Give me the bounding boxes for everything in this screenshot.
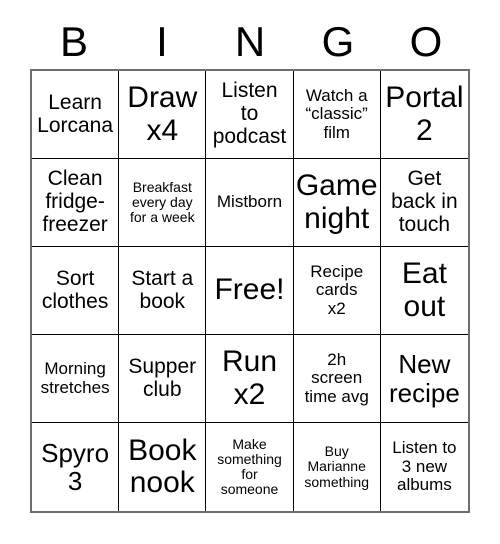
bingo-cell-label: Spyro 3	[41, 437, 110, 496]
bingo-card: B I N G O Learn Lorcana Draw x4 Listen to …	[0, 0, 500, 544]
bingo-cell[interactable]: Game night	[293, 159, 381, 247]
bingo-cell[interactable]: Buy Marianne something	[293, 423, 381, 511]
bingo-cell-label: Make something for someone	[217, 435, 282, 498]
bingo-cell-label: Portal 2	[385, 81, 464, 147]
bingo-cell-label: Get back in touch	[391, 167, 458, 236]
bingo-header-letter-g: G	[321, 17, 355, 65]
bingo-cell-label: Start a book	[131, 266, 194, 313]
bingo-cell[interactable]: Learn Lorcana	[32, 71, 120, 159]
bingo-cell-label: 2h screen time avg	[304, 349, 369, 406]
bingo-cell[interactable]: Listen to podcast	[206, 71, 294, 159]
bingo-cell[interactable]: Clean fridge- freezer	[32, 159, 120, 247]
bingo-cell-label: Game night	[295, 169, 378, 235]
bingo-cell[interactable]: Mistborn	[206, 159, 294, 247]
bingo-free-space[interactable]: Free!	[206, 247, 294, 335]
bingo-cell-label: Sort clothes	[41, 266, 109, 313]
bingo-cell[interactable]: Eat out	[380, 247, 468, 335]
bingo-cell[interactable]: Start a book	[119, 247, 207, 335]
bingo-header-letter-b: B	[59, 17, 88, 65]
bingo-grid: Learn Lorcana Draw x4 Listen to podcast Wat…	[30, 69, 470, 513]
bingo-cell-label: Eat out	[401, 257, 447, 323]
bingo-header-row: B I N G O	[30, 14, 470, 69]
bingo-cell-label: New recipe	[388, 349, 460, 408]
bingo-cell-label: Book nook	[128, 433, 197, 499]
bingo-cell-label: Buy Marianne something	[304, 443, 369, 490]
bingo-cell-label: Run x2	[221, 345, 278, 411]
bingo-cell[interactable]: Get back in touch	[380, 159, 468, 247]
bingo-cell[interactable]: Draw x4	[119, 71, 207, 159]
bingo-cell-label: Listen to podcast	[212, 79, 287, 148]
bingo-cell[interactable]: Spyro 3	[32, 423, 120, 511]
bingo-cell-label: Draw x4	[127, 81, 198, 147]
bingo-header-letter-o: O	[409, 17, 443, 65]
bingo-header-letter-i: I	[156, 17, 168, 65]
bingo-cell-label: Morning stretches	[40, 359, 110, 397]
bingo-header-letter-n: N	[234, 17, 266, 65]
bingo-cell[interactable]: Listen to 3 new albums	[380, 423, 468, 511]
bingo-cell-label: Supper club	[128, 354, 197, 401]
bingo-cell-label: Clean fridge- freezer	[42, 167, 108, 236]
bingo-cell[interactable]: Run x2	[206, 335, 294, 423]
bingo-cell[interactable]: Supper club	[119, 335, 207, 423]
bingo-cell[interactable]: Portal 2	[380, 71, 468, 159]
bingo-cell[interactable]: Watch a “classic” film	[293, 71, 381, 159]
bingo-cell[interactable]: Make something for someone	[206, 423, 294, 511]
bingo-cell[interactable]: New recipe	[380, 335, 468, 423]
bingo-cell-label: Recipe cards x2	[310, 261, 364, 318]
bingo-cell[interactable]: Book nook	[119, 423, 207, 511]
bingo-cell[interactable]: Recipe cards x2	[293, 247, 381, 335]
bingo-cell[interactable]: Breakfast every day for a week	[119, 159, 207, 247]
bingo-cell-label: Watch a “classic” film	[305, 85, 368, 142]
bingo-cell-label: Mistborn	[216, 192, 283, 212]
bingo-cell-label: Listen to 3 new albums	[392, 438, 457, 495]
bingo-cell-label: Learn Lorcana	[37, 90, 114, 137]
bingo-cell-label: Free!	[214, 273, 285, 307]
bingo-cell-label: Breakfast every day for a week	[129, 178, 195, 226]
bingo-cell[interactable]: Sort clothes	[32, 247, 120, 335]
bingo-cell[interactable]: 2h screen time avg	[293, 335, 381, 423]
bingo-cell[interactable]: Morning stretches	[32, 335, 120, 423]
